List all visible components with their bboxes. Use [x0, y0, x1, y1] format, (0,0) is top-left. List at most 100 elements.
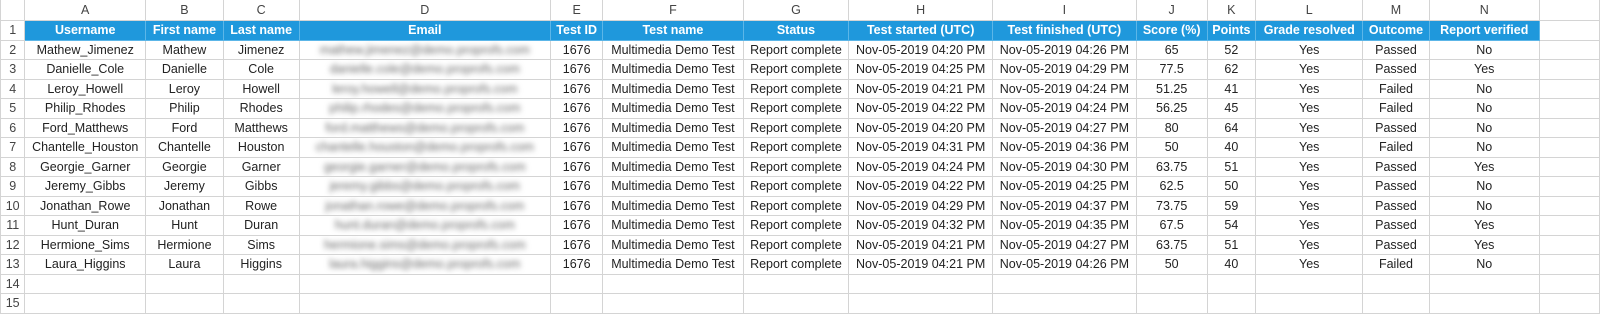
data-cell[interactable]: Leroy [145, 78, 224, 99]
data-cell[interactable]: Nov-05-2019 04:26 PM [992, 39, 1137, 60]
row-number[interactable]: 1 [0, 20, 26, 41]
empty-cell[interactable] [1538, 59, 1600, 80]
data-cell[interactable]: Report complete [742, 176, 850, 197]
data-cell[interactable]: Yes [1255, 78, 1364, 99]
row-number[interactable]: 5 [0, 98, 26, 119]
data-cell[interactable]: Leroy_Howell [24, 78, 147, 99]
empty-cell[interactable] [1362, 273, 1430, 294]
empty-cell[interactable] [145, 293, 224, 314]
column-header-j[interactable]: J [1135, 0, 1208, 21]
data-cell[interactable]: Jeremy_Gibbs [24, 176, 147, 197]
data-cell[interactable]: Yes [1255, 137, 1364, 158]
data-cell[interactable]: Ford [145, 117, 224, 138]
data-cell[interactable]: Georgie_Garner [24, 156, 147, 177]
empty-cell[interactable] [1538, 117, 1600, 138]
empty-cell[interactable] [1538, 195, 1600, 216]
data-cell[interactable]: Jonathan [145, 195, 224, 216]
data-cell[interactable]: 51.25 [1135, 78, 1208, 99]
empty-cell[interactable] [298, 293, 552, 314]
email-cell[interactable]: georgie.garner@demo.proprofs.com [298, 156, 552, 177]
data-cell[interactable]: Multimedia Demo Test [602, 98, 744, 119]
data-cell[interactable]: Report complete [742, 78, 850, 99]
data-cell[interactable]: 50 [1135, 254, 1208, 275]
data-cell[interactable]: Duran [222, 215, 300, 236]
data-cell[interactable]: Nov-05-2019 04:24 PM [992, 98, 1137, 119]
data-cell[interactable]: 50 [1135, 137, 1208, 158]
column-header-f[interactable]: F [602, 0, 744, 21]
email-cell[interactable]: ford.matthews@demo.proprofs.com [298, 117, 552, 138]
data-cell[interactable]: Georgie [145, 156, 224, 177]
column-header-c[interactable]: C [222, 0, 300, 21]
data-cell[interactable]: 80 [1135, 117, 1208, 138]
data-cell[interactable]: 50 [1206, 176, 1257, 197]
data-cell[interactable]: Jimenez [222, 39, 300, 60]
data-cell[interactable]: Multimedia Demo Test [602, 254, 744, 275]
data-cell[interactable]: 45 [1206, 98, 1257, 119]
empty-cell[interactable] [222, 273, 300, 294]
header-cell[interactable]: Test name [602, 20, 744, 41]
data-cell[interactable]: 41 [1206, 78, 1257, 99]
data-cell[interactable]: 65 [1135, 39, 1208, 60]
empty-cell[interactable] [992, 273, 1137, 294]
data-cell[interactable]: Nov-05-2019 04:29 PM [848, 195, 994, 216]
header-cell[interactable]: Test ID [550, 20, 604, 41]
column-header-b[interactable]: B [145, 0, 224, 21]
row-number[interactable]: 12 [0, 234, 26, 255]
data-cell[interactable]: 51 [1206, 234, 1257, 255]
empty-cell[interactable] [1538, 215, 1600, 236]
data-cell[interactable]: Hunt [145, 215, 224, 236]
data-cell[interactable]: Multimedia Demo Test [602, 156, 744, 177]
empty-cell[interactable] [848, 273, 994, 294]
data-cell[interactable]: Nov-05-2019 04:25 PM [992, 176, 1137, 197]
data-cell[interactable]: Yes [1255, 176, 1364, 197]
data-cell[interactable]: 63.75 [1135, 156, 1208, 177]
data-cell[interactable]: 1676 [550, 215, 604, 236]
empty-cell[interactable] [145, 273, 224, 294]
header-cell[interactable]: Test started (UTC) [848, 20, 994, 41]
data-cell[interactable]: Report complete [742, 137, 850, 158]
row-number[interactable]: 7 [0, 137, 26, 158]
row-number[interactable]: 10 [0, 195, 26, 216]
data-cell[interactable]: Passed [1362, 176, 1430, 197]
empty-cell[interactable] [1538, 293, 1600, 314]
empty-cell[interactable] [1428, 293, 1540, 314]
data-cell[interactable]: 1676 [550, 59, 604, 80]
empty-cell[interactable] [550, 293, 604, 314]
empty-cell[interactable] [742, 273, 850, 294]
data-cell[interactable]: Yes [1255, 215, 1364, 236]
data-cell[interactable]: Passed [1362, 39, 1430, 60]
row-number[interactable]: 4 [0, 78, 26, 99]
header-cell[interactable]: Score (%) [1135, 20, 1208, 41]
empty-cell[interactable] [1538, 137, 1600, 158]
data-cell[interactable]: No [1428, 176, 1540, 197]
data-cell[interactable]: Matthews [222, 117, 300, 138]
data-cell[interactable]: Multimedia Demo Test [602, 39, 744, 60]
data-cell[interactable]: Yes [1428, 59, 1540, 80]
data-cell[interactable]: 77.5 [1135, 59, 1208, 80]
email-cell[interactable]: jonathan.rowe@demo.proprofs.com [298, 195, 552, 216]
data-cell[interactable]: Laura [145, 254, 224, 275]
empty-cell[interactable] [1538, 39, 1600, 60]
data-cell[interactable]: 1676 [550, 117, 604, 138]
data-cell[interactable]: Philip [145, 98, 224, 119]
data-cell[interactable]: Yes [1255, 39, 1364, 60]
data-cell[interactable]: Yes [1255, 195, 1364, 216]
data-cell[interactable]: Nov-05-2019 04:35 PM [992, 215, 1137, 236]
data-cell[interactable]: 1676 [550, 78, 604, 99]
column-header-m[interactable]: M [1362, 0, 1430, 21]
data-cell[interactable]: Yes [1428, 156, 1540, 177]
data-cell[interactable]: Danielle [145, 59, 224, 80]
data-cell[interactable]: 73.75 [1135, 195, 1208, 216]
data-cell[interactable]: Garner [222, 156, 300, 177]
data-cell[interactable]: 1676 [550, 39, 604, 60]
column-header-i[interactable]: I [992, 0, 1137, 21]
header-cell[interactable]: Grade resolved [1255, 20, 1364, 41]
data-cell[interactable]: 1676 [550, 98, 604, 119]
row-number[interactable]: 11 [0, 215, 26, 236]
data-cell[interactable]: 54 [1206, 215, 1257, 236]
header-cell[interactable]: Test finished (UTC) [992, 20, 1137, 41]
empty-cell[interactable] [1538, 78, 1600, 99]
email-cell[interactable]: hunt.duran@demo.proprofs.com [298, 215, 552, 236]
data-cell[interactable]: Yes [1255, 234, 1364, 255]
data-cell[interactable]: No [1428, 78, 1540, 99]
